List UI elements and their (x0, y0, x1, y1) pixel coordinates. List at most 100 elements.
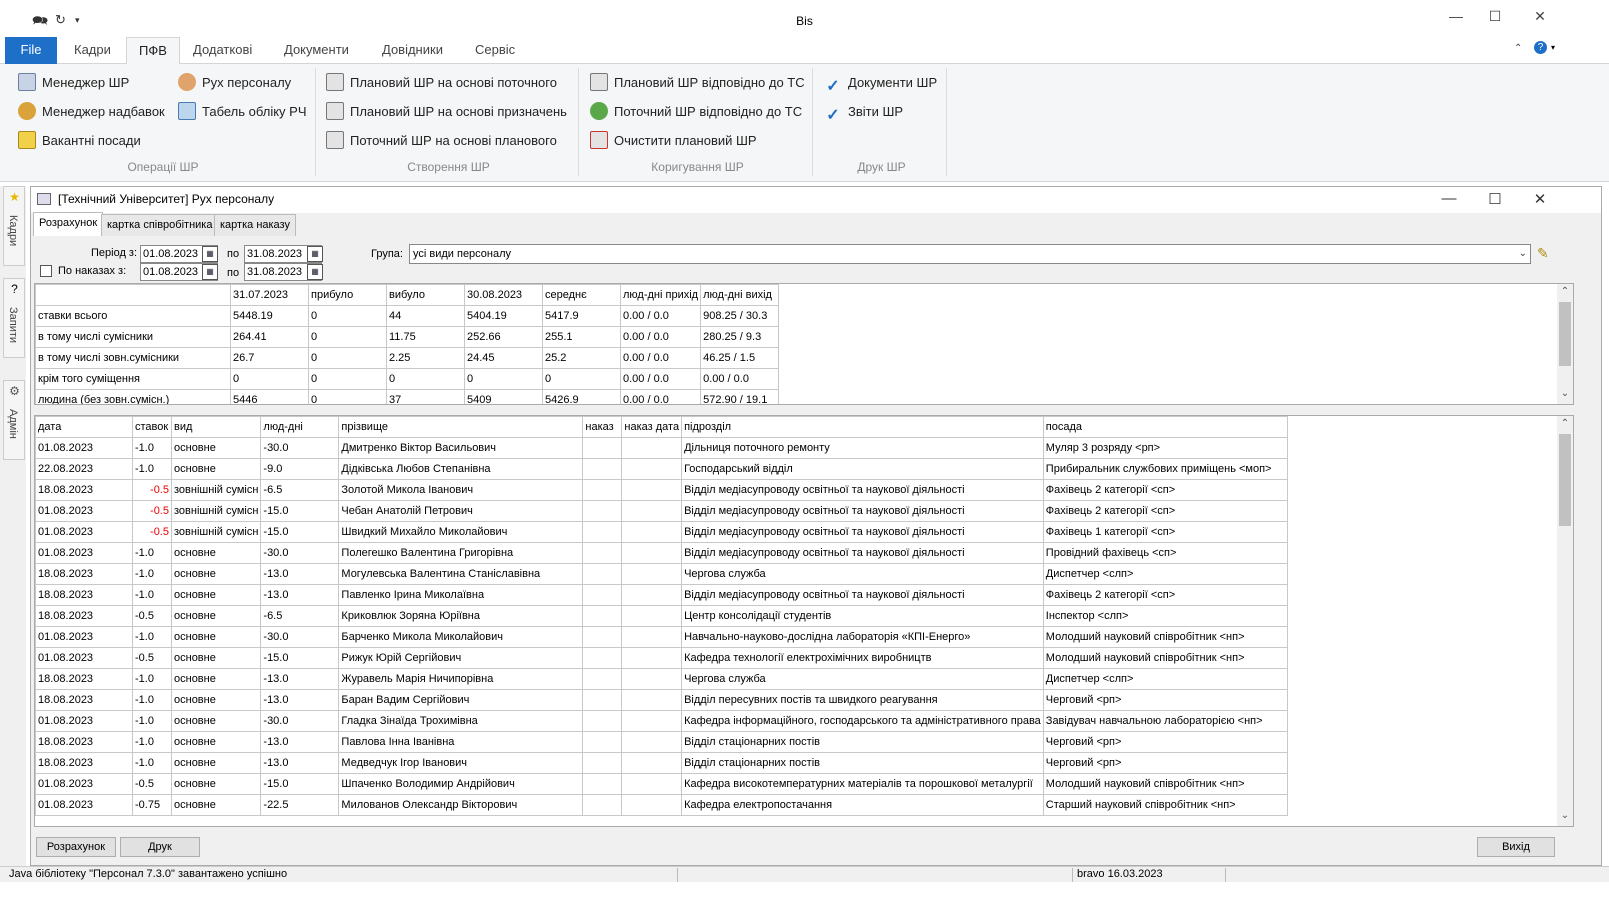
calendar-icon[interactable]: ▦ (307, 264, 323, 280)
plan-from-appointments-button[interactable]: Плановий ШР на основі призначень (326, 101, 567, 123)
shr-documents-button[interactable]: ✓ Документи ШР (824, 72, 937, 95)
minimize-icon[interactable]: — (1446, 8, 1466, 28)
tab-order-card[interactable]: картка наказу (214, 214, 296, 236)
table-cell: Провідний фахівець <сп> (1042, 542, 1288, 564)
table-cell: -30.0 (260, 626, 340, 648)
scrollbar-thumb[interactable] (1559, 434, 1571, 526)
tab-pfv[interactable]: ПФВ (126, 37, 180, 65)
table-row[interactable]: 01.08.2023 -1.0 основне -30.0 Барченко Микол… (35, 626, 1288, 648)
table-row[interactable]: 18.08.2023 -0.5 основне -6.5 Криковлюк Зорян… (35, 605, 1288, 627)
exit-button[interactable]: Вихід (1477, 837, 1555, 857)
help-dropdown-icon[interactable]: ▾ (1551, 43, 1555, 52)
side-tab-queries[interactable]: ? Запити (3, 278, 25, 358)
plan-from-current-button[interactable]: Плановий ШР на основі поточного (326, 72, 557, 94)
table-row[interactable]: в тому числі зовн.сумісники 26.7 0 2.25 24.4… (35, 347, 780, 369)
table-row[interactable]: 18.08.2023 -1.0 основне -13.0 Баран Вадим Се… (35, 689, 1288, 711)
orders-checkbox[interactable] (40, 265, 52, 277)
maximize-icon[interactable]: ☐ (1485, 8, 1505, 28)
table-row[interactable]: 18.08.2023 -1.0 основне -13.0 Могулевська Ва… (35, 563, 1288, 585)
plan-per-ts-label: Плановий ШР відповідно до ТС (614, 75, 805, 90)
table-row[interactable]: 01.08.2023 -1.0 основне -30.0 Гладка Зінаїда… (35, 710, 1288, 732)
table-row[interactable]: 01.08.2023 -1.0 основне -30.0 Дмитренко Вікт… (35, 437, 1288, 459)
manager-allowances-button[interactable]: Менеджер надбавок (18, 101, 165, 123)
table-cell: 44 (386, 305, 465, 327)
column-header: люд-дні прихід (619, 284, 702, 306)
table-row[interactable]: ставки всього 5448.19 0 44 5404.19 5417.9 0.00… (35, 305, 780, 327)
table-cell: Завідувач навчальною лабораторією <нп> (1042, 710, 1288, 732)
help-icon[interactable]: ? (1534, 41, 1547, 54)
tab-kadry[interactable]: Кадри (62, 37, 123, 64)
calculate-button[interactable]: Розрахунок (36, 837, 116, 857)
vacant-positions-button[interactable]: Вакантні посади (18, 130, 141, 152)
tab-dokumenty[interactable]: Документи (272, 37, 361, 64)
table-cell: Чебан Анатолій Петрович (338, 500, 584, 522)
column-header: прізвище (338, 416, 584, 438)
plan-from-appointments-label: Плановий ШР на основі призначень (350, 104, 567, 119)
clear-plan-button[interactable]: Очистити плановий ШР (590, 130, 757, 152)
table-cell: -0.5 (132, 500, 172, 522)
table-row[interactable]: 18.08.2023 -1.0 основне -13.0 Медведчук Ігор… (35, 752, 1288, 774)
table-row[interactable]: 01.08.2023 -0.5 основне -15.0 Шпаченко Волод… (35, 773, 1288, 795)
table-row[interactable]: 01.08.2023 -0.75 основне -22.5 Милованов Оле… (35, 794, 1288, 816)
scroll-down-icon[interactable]: ⌄ (1557, 388, 1573, 399)
manager-shr-button[interactable]: Менеджер ШР (18, 72, 129, 94)
table-row[interactable]: людина (без зовн.сумісн.) 5446 0 37 5409 5426… (35, 389, 780, 404)
table-row[interactable]: 01.08.2023 -0.5 основне -15.0 Рижук Юрій Сер… (35, 647, 1288, 669)
group-select[interactable]: усі види персоналу ⌄ (409, 244, 1531, 264)
table-row[interactable]: 01.08.2023 -0.5 зовнішній сумісн -15.0 Швидк… (35, 521, 1288, 543)
tab-servis[interactable]: Сервіс (463, 37, 527, 64)
calendar-icon[interactable]: ▦ (307, 246, 323, 262)
table-cell (621, 458, 683, 480)
ribbon: Менеджер ШР Менеджер надбавок Вакантні п… (0, 64, 1609, 182)
close-icon[interactable]: ✕ (1530, 8, 1550, 28)
scroll-up-icon[interactable]: ⌃ (1557, 286, 1573, 297)
table-row[interactable]: 22.08.2023 -1.0 основне -9.0 Дідківська Любо… (35, 458, 1288, 480)
table-cell: Баран Вадим Сергійович (338, 689, 584, 711)
table-row[interactable]: 01.08.2023 -1.0 основне -30.0 Полегешко Вале… (35, 542, 1288, 564)
table-cell (582, 689, 623, 711)
table-cell (621, 626, 683, 648)
tab-calculation[interactable]: Розрахунок (33, 212, 104, 236)
collapse-ribbon-icon[interactable]: ⌃ (1514, 43, 1522, 54)
current-from-plan-button[interactable]: Поточний ШР на основі планового (326, 130, 557, 152)
plan-per-ts-button[interactable]: Плановий ШР відповідно до ТС (590, 72, 805, 94)
calendar-icon[interactable]: ▦ (202, 264, 218, 280)
scroll-down-icon[interactable]: ⌄ (1557, 810, 1573, 821)
table-cell: -15.0 (260, 773, 340, 795)
detail-scrollbar[interactable]: ⌃ ⌄ (1557, 416, 1573, 826)
staff-movement-label: Рух персоналу (202, 75, 292, 90)
summary-scrollbar[interactable]: ⌃ ⌄ (1557, 284, 1573, 404)
scrollbar-thumb[interactable] (1559, 302, 1571, 366)
status-bar: Java бібліотеку "Персонал 7.3.0" заванта… (0, 866, 1609, 882)
table-cell (582, 542, 623, 564)
table-row[interactable]: 18.08.2023 -1.0 основне -13.0 Павленко Ірина… (35, 584, 1288, 606)
shr-reports-button[interactable]: ✓ Звіти ШР (824, 101, 903, 124)
window-minimize-icon[interactable]: — (1439, 190, 1459, 210)
tab-dovidnyky[interactable]: Довідники (370, 37, 455, 64)
table-cell: Медведчук Ігор Іванович (338, 752, 584, 774)
tab-dodatkovi[interactable]: Додаткові (181, 37, 264, 64)
tab-employee-card[interactable]: картка співробітника (101, 214, 219, 236)
table-cell: -13.0 (260, 689, 340, 711)
table-cell (621, 542, 683, 564)
table-row[interactable]: крім того суміщення 0 0 0 0 0 0.00 / 0.0 0.00 /… (35, 368, 780, 390)
staff-movement-button[interactable]: Рух персоналу (178, 72, 291, 94)
scroll-up-icon[interactable]: ⌃ (1557, 418, 1573, 429)
window-close-icon[interactable]: ✕ (1530, 190, 1550, 210)
tab-file[interactable]: File (5, 37, 57, 64)
table-cell: Павленко Ірина Миколаївна (338, 584, 584, 606)
window-maximize-icon[interactable]: ☐ (1485, 190, 1505, 210)
timesheet-button[interactable]: Табель обліку РЧ (178, 101, 307, 123)
print-button[interactable]: Друк (120, 837, 200, 857)
side-tab-kadry[interactable]: ★ Кадри (3, 186, 25, 266)
side-tab-admin[interactable]: ⚙ Адмін (3, 380, 25, 460)
table-row[interactable]: 18.08.2023 -0.5 зовнішній сумісн -6.5 Золото… (35, 479, 1288, 501)
calendar-icon[interactable]: ▦ (202, 246, 218, 262)
current-per-ts-button[interactable]: Поточний ШР відповідно до ТС (590, 101, 802, 123)
table-cell: 18.08.2023 (35, 605, 133, 627)
table-row[interactable]: 18.08.2023 -1.0 основне -13.0 Журавель Марія… (35, 668, 1288, 690)
filter-edit-icon[interactable]: ✎ (1537, 245, 1549, 262)
table-row[interactable]: 18.08.2023 -1.0 основне -13.0 Павлова Інна І… (35, 731, 1288, 753)
table-row[interactable]: 01.08.2023 -0.5 зовнішній сумісн -15.0 Чебан… (35, 500, 1288, 522)
table-row[interactable]: в тому числі сумісники 264.41 0 11.75 252.66… (35, 326, 780, 348)
